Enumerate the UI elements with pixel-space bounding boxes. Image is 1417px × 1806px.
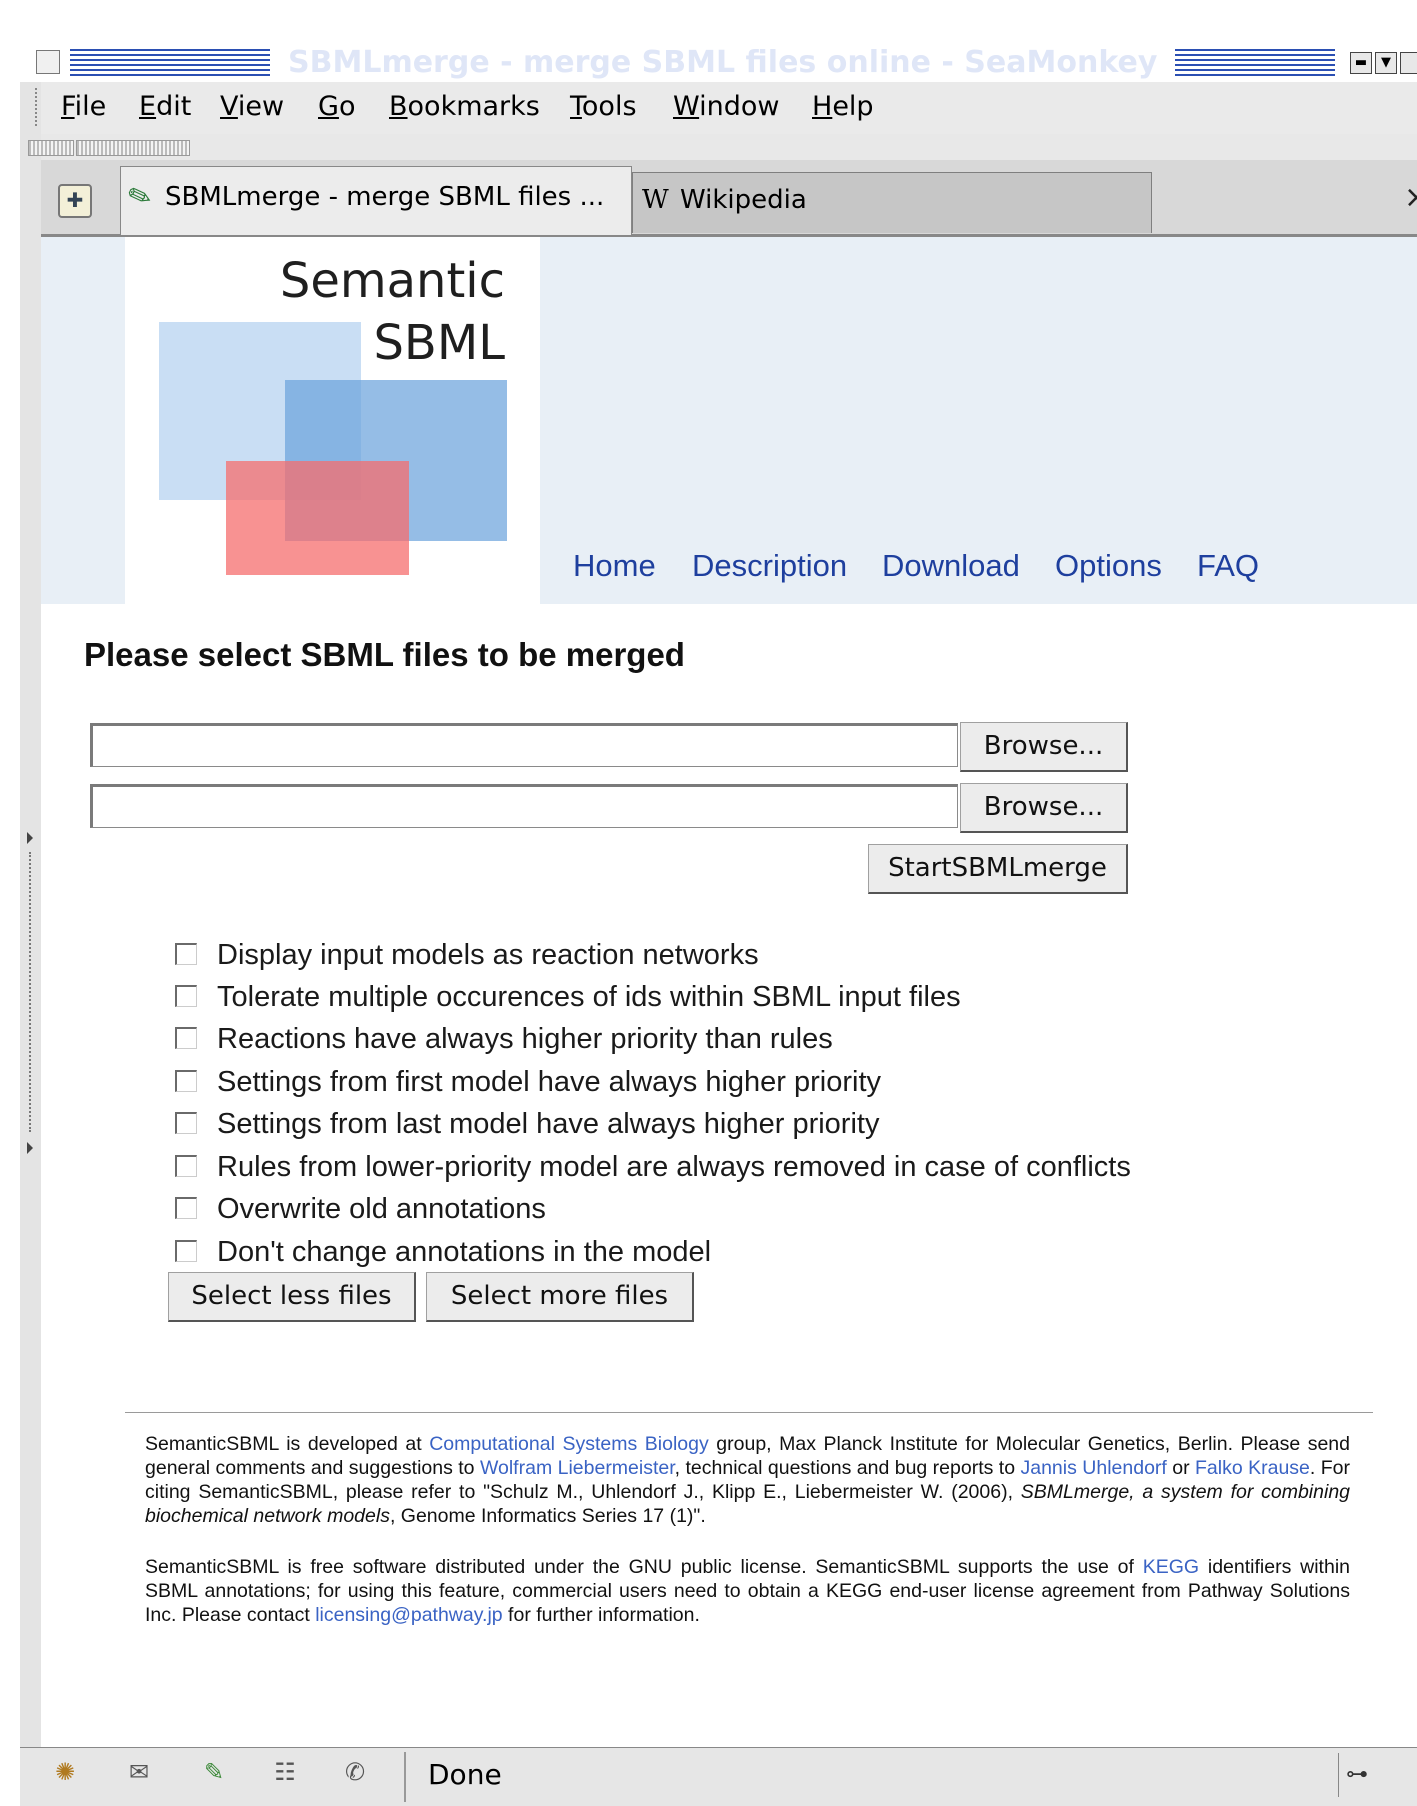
option-label: Don't change annotations in the model — [217, 1236, 712, 1268]
menu-view[interactable]: View — [220, 91, 284, 122]
start-sbmlmerge-button[interactable]: StartSBMLmerge — [868, 844, 1128, 894]
menu-help[interactable]: Help — [812, 91, 874, 122]
option-label: Reactions have always higher priority th… — [217, 1023, 833, 1055]
menu-window[interactable]: Window — [673, 91, 779, 122]
menu-edit[interactable]: Edit — [139, 91, 191, 122]
sidebar-expand-icon[interactable] — [27, 832, 33, 844]
close-tab-icon[interactable]: × — [1404, 180, 1417, 215]
checkbox[interactable] — [175, 1112, 197, 1134]
link-licensing-email[interactable]: licensing@pathway.jp — [315, 1604, 502, 1626]
navigator-icon[interactable]: ✺ — [50, 1757, 80, 1787]
nav-home[interactable]: Home — [573, 548, 656, 584]
irc-icon[interactable]: ✆ — [340, 1757, 370, 1787]
checkbox[interactable] — [175, 1070, 197, 1092]
toolbar-grippy-1[interactable] — [28, 140, 74, 156]
menu-go[interactable]: Go — [318, 91, 355, 122]
window-menu-button[interactable] — [36, 50, 60, 74]
addressbook-icon[interactable]: ☷ — [270, 1757, 300, 1787]
window-title: SBMLmerge - merge SBML files online - Se… — [270, 44, 1176, 82]
select-less-files-button[interactable]: Select less files — [168, 1272, 416, 1322]
online-status-icon[interactable]: ⊶ — [1338, 1753, 1417, 1797]
tab-label: SBMLmerge - merge SBML files ... — [165, 182, 605, 212]
new-tab-icon[interactable]: ✚ — [58, 184, 92, 218]
checkbox[interactable] — [175, 1027, 197, 1049]
nav-faq[interactable]: FAQ — [1197, 548, 1259, 584]
footer-credits: SemanticSBML is developed at Computation… — [145, 1433, 1351, 1527]
status-bar — [20, 1747, 1417, 1806]
menubar-grip[interactable] — [35, 88, 41, 126]
nav-description[interactable]: Description — [692, 548, 847, 584]
link-computational-systems-biology[interactable]: Computational Systems Biology — [429, 1433, 709, 1455]
checkbox[interactable] — [175, 1155, 197, 1177]
toolbar-grippy-2[interactable] — [76, 140, 190, 156]
sidebar-expand-icon[interactable] — [27, 1142, 33, 1154]
select-more-files-button[interactable]: Select more files — [426, 1272, 694, 1322]
collapsed-toolbars — [41, 134, 1417, 161]
logo-square-red — [226, 461, 409, 575]
checkbox[interactable] — [175, 943, 197, 965]
footer-license: SemanticSBML is free software distribute… — [145, 1556, 1350, 1626]
sidebar-splitter[interactable] — [29, 852, 33, 1132]
option-label: Tolerate multiple occurences of ids with… — [217, 981, 961, 1013]
logo-line-1: Semantic — [279, 253, 505, 309]
mail-icon[interactable]: ✉ — [124, 1757, 154, 1787]
composer-icon[interactable]: ✎ — [199, 1757, 229, 1787]
menu-tools[interactable]: Tools — [570, 91, 637, 122]
menu-file[interactable]: File — [61, 91, 106, 122]
file-input-1[interactable] — [90, 723, 958, 767]
logo-line-2: SBML — [373, 315, 505, 371]
nav-download[interactable]: Download — [882, 548, 1020, 584]
browse-button-1[interactable]: Browse... — [960, 722, 1128, 772]
logo-wordmark: Semantic SBML — [260, 250, 505, 374]
status-separator — [404, 1752, 406, 1802]
link-jannis-uhlendorf[interactable]: Jannis Uhlendorf — [1020, 1457, 1166, 1479]
nav-options[interactable]: Options — [1055, 548, 1162, 584]
option-label: Display input models as reaction network… — [217, 939, 759, 971]
option-label: Overwrite old annotations — [217, 1193, 546, 1225]
option-label: Rules from lower-priority model are alwa… — [217, 1151, 1131, 1183]
link-wolfram-liebermeister[interactable]: Wolfram Liebermeister — [480, 1457, 675, 1479]
option-label: Settings from first model have always hi… — [217, 1066, 882, 1098]
browse-button-2[interactable]: Browse... — [960, 783, 1128, 833]
checkbox[interactable] — [175, 985, 197, 1007]
close-icon[interactable] — [1400, 52, 1417, 74]
link-kegg[interactable]: KEGG — [1143, 1556, 1199, 1578]
status-text: Done — [428, 1758, 502, 1791]
link-falko-krause[interactable]: Falko Krause — [1195, 1457, 1310, 1479]
menu-bookmarks[interactable]: Bookmarks — [389, 91, 540, 122]
wikipedia-w-icon: W — [642, 185, 669, 215]
page-title: Please select SBML files to be merged — [84, 636, 685, 673]
tab-label: Wikipedia — [680, 185, 807, 215]
checkbox[interactable] — [175, 1240, 197, 1262]
option-label: Settings from last model have always hig… — [217, 1108, 880, 1140]
minimize-icon[interactable]: ▬ — [1350, 52, 1372, 74]
checkbox[interactable] — [175, 1197, 197, 1219]
footer-divider — [125, 1412, 1373, 1413]
file-input-2[interactable] — [90, 784, 958, 828]
sidebar-grip[interactable] — [20, 82, 42, 1747]
maximize-icon[interactable]: ▼ — [1375, 52, 1397, 74]
